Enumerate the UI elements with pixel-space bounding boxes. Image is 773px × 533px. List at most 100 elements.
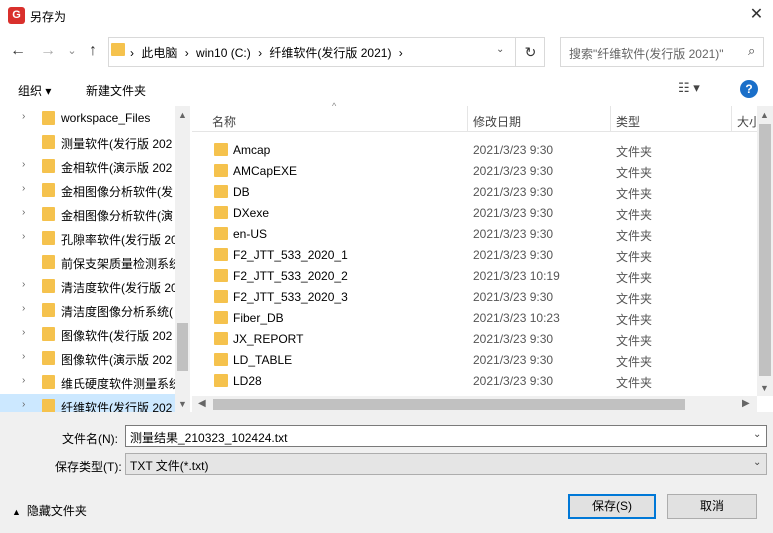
file-name: Fiber_DB	[233, 311, 284, 325]
tree-item[interactable]: › 维氏硬度软件测量系统	[0, 370, 175, 394]
file-row[interactable]: F2_JTT_533_2020_2 2021/3/23 10:19 文件夹	[192, 265, 757, 286]
chevron-right-icon[interactable]: ›	[22, 231, 25, 242]
folder-icon	[42, 135, 55, 149]
chevron-right-icon[interactable]: ›	[22, 183, 25, 194]
tree-item-label: workspace_Files	[61, 111, 151, 125]
file-type: 文件夹	[616, 313, 653, 327]
file-name: F2_JTT_533_2020_1	[233, 248, 348, 262]
search-input[interactable]: 搜索"纤维软件(发行版 2021)"	[560, 37, 764, 67]
file-row[interactable]: Amcap 2021/3/23 9:30 文件夹	[192, 139, 757, 160]
file-name: LD28	[233, 374, 262, 388]
file-row[interactable]: DXexe 2021/3/23 9:30 文件夹	[192, 202, 757, 223]
tree-item[interactable]: › 图像软件(发行版 202	[0, 322, 175, 346]
tree-item[interactable]: › 清洁度软件(发行版 20	[0, 274, 175, 298]
chevron-down-icon[interactable]: ⌄	[753, 457, 761, 468]
column-divider[interactable]	[467, 106, 468, 132]
tree-item[interactable]: › 孔隙率软件(发行版 20	[0, 226, 175, 250]
scroll-left-icon[interactable]: ◀	[198, 398, 206, 409]
tree-item[interactable]: 测量软件(发行版 202	[0, 130, 175, 154]
breadcrumb-this-pc[interactable]: 此电脑	[141, 46, 177, 60]
save-button[interactable]: 保存(S)	[568, 494, 656, 519]
chevron-right-icon[interactable]: ›	[22, 399, 25, 410]
file-row[interactable]: Fiber_DB 2021/3/23 10:23 文件夹	[192, 307, 757, 328]
chevron-right-icon[interactable]: ›	[22, 111, 25, 122]
file-type: 文件夹	[616, 271, 653, 285]
chevron-right-icon[interactable]: ›	[22, 303, 25, 314]
chevron-right-icon[interactable]: ›	[22, 351, 25, 362]
chevron-down-icon: ⌄	[67, 45, 77, 57]
column-divider[interactable]	[610, 106, 611, 132]
hide-folders-toggle[interactable]: ▲ 隐藏文件夹	[12, 502, 87, 519]
column-name[interactable]: 名称	[212, 113, 236, 130]
file-row[interactable]: F2_JTT_533_2020_3 2021/3/23 9:30 文件夹	[192, 286, 757, 307]
folder-icon	[214, 185, 228, 198]
file-type: 文件夹	[616, 145, 653, 159]
help-button[interactable]: ?	[740, 80, 758, 98]
new-folder-button[interactable]: 新建文件夹	[86, 82, 146, 99]
file-date: 2021/3/23 9:30	[473, 164, 554, 178]
file-type-select[interactable]: TXT 文件(*.txt)	[125, 453, 767, 475]
file-row[interactable]: DB 2021/3/23 9:30 文件夹	[192, 181, 757, 202]
view-options-button[interactable]: ☷ ▾	[678, 80, 700, 96]
scroll-up-icon[interactable]: ▲	[178, 110, 187, 120]
filename-input[interactable]: 测量结果_210323_102424.txt	[125, 425, 767, 447]
chevron-right-icon[interactable]: ›	[22, 159, 25, 170]
scroll-down-icon[interactable]: ▼	[178, 399, 187, 409]
file-date: 2021/3/23 10:19	[473, 269, 560, 283]
chevron-right-icon[interactable]: ›	[22, 327, 25, 338]
organize-button[interactable]: 组织 ▾	[18, 82, 51, 99]
file-row[interactable]: F2_JTT_533_2020_1 2021/3/23 9:30 文件夹	[192, 244, 757, 265]
navigation-pane[interactable]: › workspace_Files 测量软件(发行版 202 › 金相软件(演示版 20…	[0, 106, 190, 412]
refresh-icon: ↻	[524, 44, 537, 60]
breadcrumb[interactable]: › 此电脑 › win10 (C:) › 纤维软件(发行版 2021) ›	[130, 44, 407, 61]
file-name: en-US	[233, 227, 268, 241]
refresh-button[interactable]: ↻	[515, 38, 545, 66]
file-type: 文件夹	[616, 187, 653, 201]
cancel-button[interactable]: 取消	[667, 494, 757, 519]
file-row[interactable]: LD_TABLE 2021/3/23 9:30 文件夹	[192, 349, 757, 370]
folder-icon	[214, 164, 228, 177]
column-date[interactable]: 修改日期	[473, 113, 521, 130]
column-divider[interactable]	[731, 106, 732, 132]
column-type[interactable]: 类型	[616, 113, 640, 130]
horizontal-scroll-thumb[interactable]	[213, 399, 685, 410]
scroll-right-icon[interactable]: ▶	[742, 398, 750, 409]
file-row[interactable]: LD28 2021/3/23 9:30 文件夹	[192, 370, 757, 391]
up-button[interactable]: ↑	[83, 41, 103, 61]
chevron-right-icon[interactable]: ›	[22, 279, 25, 290]
tree-item[interactable]: › 纤维软件(发行版 202	[0, 394, 175, 412]
navigation-scroll-thumb[interactable]	[177, 323, 188, 371]
tree-item[interactable]: 前保支架质量检测系统	[0, 250, 175, 274]
breadcrumb-drive[interactable]: win10 (C:)	[196, 46, 251, 60]
close-button[interactable]: ✕	[740, 0, 773, 32]
chevron-right-icon[interactable]: ›	[22, 207, 25, 218]
tree-item[interactable]: › 金相图像分析软件(发	[0, 178, 175, 202]
tree-item[interactable]: › 清洁度图像分析系统(	[0, 298, 175, 322]
breadcrumb-folder[interactable]: 纤维软件(发行版 2021)	[269, 46, 391, 60]
scroll-down-icon[interactable]: ▼	[760, 383, 769, 393]
tree-item[interactable]: › 金相图像分析软件(演	[0, 202, 175, 226]
back-button[interactable]: ←	[8, 41, 28, 61]
scroll-up-icon[interactable]: ▲	[760, 110, 769, 120]
forward-button[interactable]: →	[38, 41, 58, 61]
file-type: 文件夹	[616, 292, 653, 306]
tree-item-label: 清洁度图像分析系统(	[61, 305, 173, 319]
recent-locations-button[interactable]: ⌄	[62, 41, 82, 61]
tree-item[interactable]: › 图像软件(演示版 202	[0, 346, 175, 370]
file-type: 文件夹	[616, 166, 653, 180]
file-list-scroll-thumb[interactable]	[759, 124, 771, 376]
tree-item-label: 图像软件(演示版 202	[61, 353, 173, 367]
title-bar	[0, 0, 773, 32]
column-size[interactable]: 大小	[737, 113, 757, 130]
address-dropdown-icon[interactable]: ⌄	[496, 44, 504, 55]
chevron-down-icon[interactable]: ⌄	[753, 429, 761, 440]
folder-icon	[214, 374, 228, 387]
chevron-right-icon[interactable]: ›	[22, 375, 25, 386]
file-row[interactable]: JX_REPORT 2021/3/23 9:30 文件夹	[192, 328, 757, 349]
tree-item[interactable]: › workspace_Files	[0, 106, 175, 130]
file-row[interactable]: AMCapEXE 2021/3/23 9:30 文件夹	[192, 160, 757, 181]
folder-icon	[111, 43, 125, 56]
tree-item-label: 纤维软件(发行版 202	[61, 401, 173, 412]
tree-item[interactable]: › 金相软件(演示版 202	[0, 154, 175, 178]
file-row[interactable]: en-US 2021/3/23 9:30 文件夹	[192, 223, 757, 244]
